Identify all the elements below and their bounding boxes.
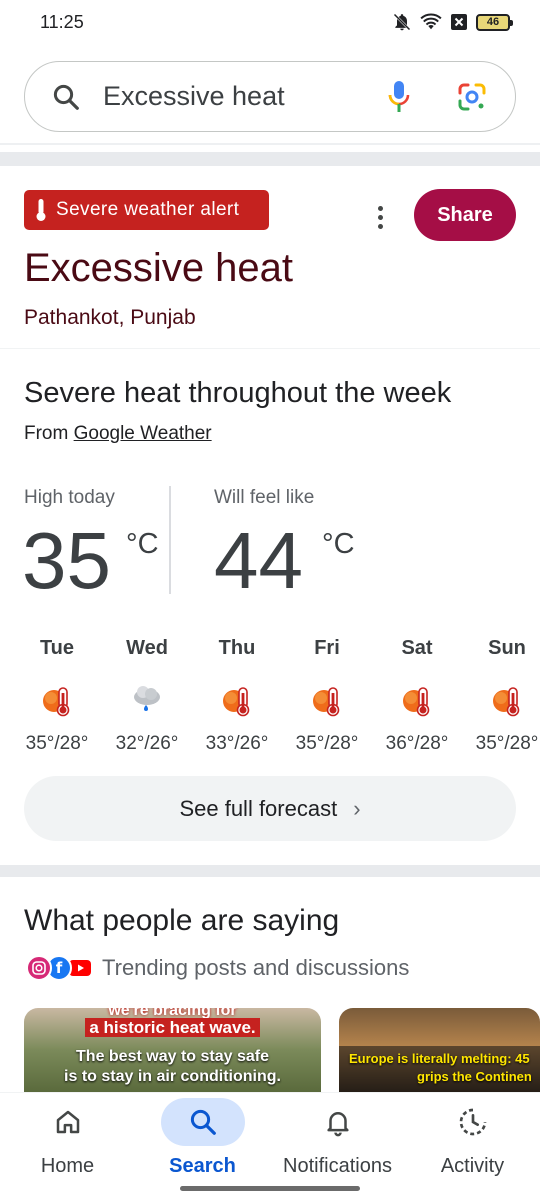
hot-icon — [313, 687, 340, 717]
people-saying-heading: What people are saying — [24, 904, 340, 937]
high-today-unit: °C — [126, 528, 159, 560]
google-weather-link[interactable]: Google Weather — [74, 423, 212, 444]
forecast-day-name: Wed — [126, 637, 168, 659]
search-icon — [190, 1109, 216, 1135]
weather-heading: Severe heat throughout the week — [24, 377, 452, 409]
hot-icon — [493, 687, 520, 717]
post-caption: is to stay in air conditioning. — [64, 1068, 281, 1085]
post-caption: Europe is literally melting: 45 — [349, 1051, 530, 1066]
forecast-temps: 32°/26° — [115, 733, 179, 754]
search-bar[interactable]: Excessive heat — [24, 61, 516, 132]
instagram-icon — [26, 955, 52, 981]
status-bar: 11:25 46 — [0, 0, 540, 48]
thermometer-icon — [36, 199, 46, 221]
hot-icon — [43, 687, 70, 717]
more-options-icon[interactable] — [368, 200, 392, 234]
bell-off-icon — [393, 13, 411, 31]
vertical-divider — [169, 486, 171, 594]
forecast-day-name: Thu — [218, 637, 256, 659]
alert-title: Excessive heat — [24, 246, 294, 290]
section-divider — [0, 348, 540, 349]
feels-like-value: 44 — [214, 516, 303, 605]
post-caption: grips the Continen — [417, 1069, 532, 1084]
trending-subtitle: Trending posts and discussions — [102, 955, 410, 980]
alert-location: Pathankot, Punjab — [24, 306, 196, 329]
rain-cloud-icon — [134, 686, 160, 711]
share-button[interactable]: Share — [414, 189, 516, 241]
forecast-day[interactable]: Sun 35°/28° — [462, 637, 540, 755]
forecast-temps: 35°/28° — [295, 733, 359, 754]
alert-badge-label: Severe weather alert — [56, 199, 240, 220]
nav-label: Home — [40, 1155, 95, 1177]
forecast-day[interactable]: Tue 35°/28° — [12, 637, 102, 755]
nav-item-search[interactable]: Search — [135, 1093, 270, 1178]
feels-like-label: Will feel like — [214, 487, 315, 508]
forecast-day[interactable]: Fri 35°/28° — [282, 637, 372, 755]
forecast-day-name: Sat — [401, 637, 433, 659]
source-prefix: From — [24, 423, 69, 444]
home-indicator[interactable] — [180, 1186, 360, 1191]
severe-weather-alert-badge: Severe weather alert — [24, 190, 269, 230]
social-icons: f — [26, 954, 91, 982]
forecast-day[interactable]: Sat 36°/28° — [372, 637, 462, 755]
nav-item-activity[interactable]: Activity — [405, 1093, 540, 1178]
forecast-temps: 33°/26° — [205, 733, 269, 754]
bottom-navigation: Home Search Notifications Activity — [0, 1092, 540, 1200]
post-caption: a historic heat wave. — [24, 1018, 321, 1038]
high-today-value: 35 — [22, 516, 111, 605]
forecast-temps: 35°/28° — [475, 733, 539, 754]
battery-indicator: 46 — [476, 13, 513, 31]
home-icon — [56, 1110, 79, 1134]
forecast-day[interactable]: Thu 33°/26° — [192, 637, 282, 755]
no-sim-icon — [451, 14, 467, 30]
forecast-day-name: Sun — [488, 637, 526, 659]
hot-icon — [223, 687, 250, 717]
search-icon — [53, 84, 79, 110]
section-divider — [0, 152, 540, 166]
nav-item-home[interactable]: Home — [0, 1093, 135, 1178]
section-divider — [0, 865, 540, 877]
forecast-temps: 36°/28° — [385, 733, 449, 754]
section-divider — [0, 143, 540, 145]
forecast-day[interactable]: Wed 32°/26° — [102, 637, 192, 755]
feels-like-unit: °C — [322, 528, 355, 560]
search-input[interactable]: Excessive heat — [103, 81, 285, 112]
see-full-forecast-label: See full forecast — [179, 795, 338, 821]
high-today-label: High today — [24, 487, 115, 508]
status-icons: 46 — [392, 12, 513, 32]
post-caption: The best way to stay safe — [76, 1048, 269, 1065]
google-lens-icon[interactable] — [457, 82, 487, 112]
forecast-temps: 35°/28° — [25, 733, 89, 754]
forecast-day-name: Fri — [314, 637, 340, 659]
weather-source: From Google Weather — [24, 423, 212, 445]
post-thumbnail[interactable]: Europe is literally melting: 45 grips th… — [339, 1008, 540, 1092]
activity-icon — [459, 1108, 486, 1136]
chevron-right-icon: › — [353, 795, 361, 821]
nav-label: Activity — [440, 1155, 505, 1177]
forecast-day-name: Tue — [39, 637, 75, 659]
post-thumbnail[interactable]: we're bracing for a historic heat wave. … — [24, 1008, 321, 1092]
microphone-icon[interactable] — [387, 80, 411, 114]
wifi-icon — [420, 13, 442, 30]
status-time: 11:25 — [40, 12, 84, 32]
nav-item-notifications[interactable]: Notifications — [270, 1093, 405, 1178]
bell-icon — [326, 1112, 349, 1137]
hot-icon — [403, 687, 430, 717]
see-full-forecast-button[interactable]: See full forecast › — [24, 776, 516, 841]
nav-label: Notifications — [283, 1155, 392, 1177]
nav-label: Search — [169, 1155, 236, 1177]
